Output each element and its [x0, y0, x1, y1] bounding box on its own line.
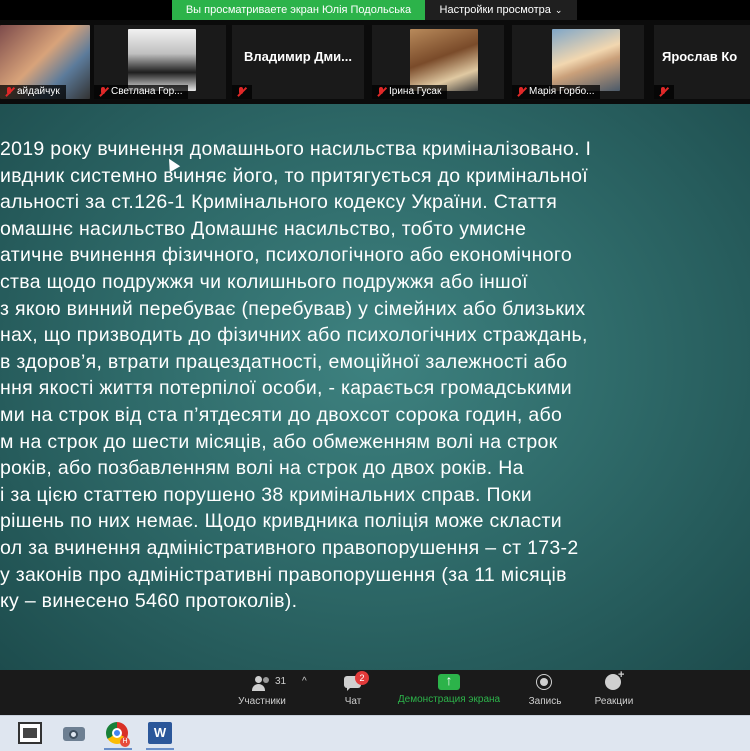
caret-up-icon[interactable]: ^ — [302, 676, 307, 687]
mic-muted-icon — [4, 87, 14, 97]
screen-share-banner: Вы просматриваете экран Юлія Подольська — [172, 0, 425, 20]
participant-tile[interactable]: айдайчук — [0, 25, 90, 99]
taskbar: H W — [0, 715, 750, 751]
mic-muted-icon — [98, 87, 108, 97]
participant-namebar — [654, 85, 674, 99]
participant-name-large: Ярослав Ко — [662, 49, 738, 64]
slide-line: в здоров’я, втрати працездатності, емоці… — [0, 350, 568, 373]
slide-line: ми на строк від ста п’ятдесяти до двохсо… — [0, 403, 563, 426]
mic-muted-icon — [236, 87, 246, 97]
reactions-button[interactable]: Реакции — [590, 669, 638, 707]
share-screen-icon — [438, 672, 460, 690]
reactions-label: Реакции — [594, 696, 634, 707]
participant-video — [128, 29, 196, 91]
record-button[interactable]: Запись — [522, 674, 568, 707]
record-icon — [535, 674, 555, 692]
participant-tile[interactable]: Марія Горбо... — [512, 25, 644, 99]
mic-muted-icon — [376, 87, 386, 97]
participant-namebar — [232, 85, 252, 99]
participant-name: Ірина Гусак — [389, 86, 442, 97]
participant-tile[interactable]: Светлана Гор... — [94, 25, 226, 99]
participant-namebar: Марія Горбо... — [512, 85, 601, 99]
participant-tile[interactable]: Ярослав Ко — [654, 25, 750, 99]
participant-namebar: Светлана Гор... — [94, 85, 189, 99]
slide-line: нах, що призводить до фізичних або психо… — [0, 324, 588, 347]
slide-line: альності за ст.126-1 Кримінального кодек… — [0, 191, 558, 214]
chevron-down-icon: ⌄ — [554, 5, 563, 15]
slide-line: ння якості життя потерпілої особи, - кар… — [0, 377, 572, 400]
slide-line: ку – винесено 5460 протоколів). — [0, 590, 298, 613]
participant-strip: айдайчук Светлана Гор... Владимир Дми...… — [0, 20, 750, 104]
slide-line: ол за вчинення адміністративного правопо… — [0, 536, 579, 559]
participants-label: Участники — [238, 696, 286, 707]
slide-line: рішень по них немає. Щодо кривдника полі… — [0, 510, 562, 533]
slide-line: м на строк до шести місяців, або обмежен… — [0, 430, 558, 453]
participant-name: Марія Горбо... — [529, 86, 595, 97]
word-taskbar-icon[interactable]: W — [148, 722, 172, 744]
camera-taskbar-icon[interactable] — [62, 722, 86, 744]
participants-icon — [252, 674, 272, 692]
slide-line: з якою винний перебуває (перебував) у сі… — [0, 297, 586, 320]
slide-line: омашнє насильство Домашнє насильство, то… — [0, 217, 527, 240]
slide-line: 2019 року вчинення домашнього насильства… — [0, 138, 592, 160]
share-screen-button[interactable]: Демонстрация экрана — [390, 672, 508, 705]
slide-line: ства щодо подружжя чи колишнього подружж… — [0, 270, 528, 293]
slide-line: і за цією статтею порушено 38 кримінальн… — [0, 483, 532, 506]
participant-namebar: Ірина Гусак — [372, 85, 448, 99]
chat-unread-badge: 2 — [355, 671, 369, 685]
slide-text: 2019 року вчинення домашнього насильства… — [0, 136, 750, 615]
chat-label: Чат — [344, 696, 362, 707]
video-editor-taskbar-icon[interactable] — [18, 722, 42, 744]
participant-name-large: Владимир Дми... — [244, 49, 352, 64]
participant-name: айдайчук — [17, 86, 60, 97]
participant-tile[interactable]: Владимир Дми... — [232, 25, 364, 99]
shared-screen: 2019 року вчинення домашнього насильства… — [0, 104, 750, 670]
mic-muted-icon — [658, 87, 668, 97]
slide-line: років, або позбавленням волі на строк до… — [0, 457, 524, 480]
mic-muted-icon — [516, 87, 526, 97]
view-settings-label: Настройки просмотра — [439, 4, 551, 16]
participant-video — [552, 29, 620, 91]
record-label: Запись — [528, 696, 562, 707]
slide-line: у законів про адміністративні правопоруш… — [0, 563, 567, 586]
chrome-profile-badge: H — [120, 737, 130, 747]
share-screen-label: Демонстрация экрана — [397, 694, 501, 705]
meeting-toolbar: Участники 31 ^ Чат 2 Демонстрация экрана… — [0, 669, 750, 715]
reactions-icon — [604, 669, 624, 692]
view-settings-button[interactable]: Настройки просмотра ⌄ — [425, 0, 577, 20]
participant-video — [410, 29, 478, 91]
participant-name: Светлана Гор... — [111, 86, 183, 97]
participant-namebar: айдайчук — [0, 85, 66, 99]
participant-tile[interactable]: Ірина Гусак — [372, 25, 504, 99]
participants-count: 31 — [275, 676, 287, 687]
slide-line: ивдник системно вчиняє його, то притягує… — [0, 164, 588, 187]
slide-line: атичне вчинення фізичного, психологічног… — [0, 244, 572, 267]
